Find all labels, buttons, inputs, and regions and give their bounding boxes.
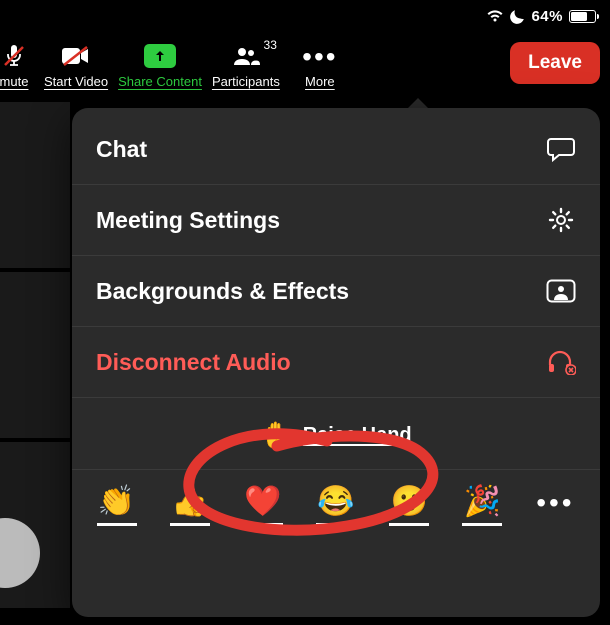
reaction-clap[interactable]: 👏 (97, 484, 137, 526)
backgrounds-label: Backgrounds & Effects (96, 278, 349, 305)
reactions-more-button[interactable]: ••• (535, 487, 575, 523)
reaction-open-mouth[interactable]: 😮 (389, 484, 429, 526)
menu-item-backgrounds[interactable]: Backgrounds & Effects (72, 256, 600, 327)
menu-item-chat[interactable]: Chat (72, 114, 600, 185)
avatar (0, 518, 40, 588)
status-bar: 64% (486, 0, 610, 28)
unmute-label: mute (0, 74, 28, 89)
video-tile[interactable] (0, 100, 70, 270)
video-tile[interactable] (0, 440, 70, 610)
disconnect-audio-label: Disconnect Audio (96, 349, 291, 376)
menu-item-settings[interactable]: Meeting Settings (72, 185, 600, 256)
settings-label: Meeting Settings (96, 207, 280, 234)
reaction-heart[interactable]: ❤️ (243, 484, 283, 526)
reaction-thumbs-up[interactable]: 👍 (170, 484, 210, 526)
reaction-joy[interactable]: 😂 (316, 484, 356, 526)
wifi-icon (486, 9, 504, 23)
video-off-icon (59, 42, 93, 70)
share-content-button[interactable]: Share Content (118, 42, 202, 89)
chat-icon (546, 134, 576, 164)
raise-hand-button[interactable]: ✋ Raise Hand (72, 398, 600, 470)
meeting-toolbar: mute Start Video Share Content 33 Partic… (0, 28, 610, 98)
participants-label: Participants (212, 74, 280, 89)
raise-hand-label: Raise Hand (303, 424, 412, 447)
more-label: More (305, 74, 335, 89)
participants-count-badge: 33 (264, 38, 277, 52)
leave-button[interactable]: Leave (510, 42, 600, 84)
participants-button[interactable]: 33 Participants (212, 42, 280, 89)
gear-icon (546, 205, 576, 235)
video-tile[interactable] (0, 270, 70, 440)
chat-label: Chat (96, 136, 147, 163)
battery-icon (569, 10, 596, 23)
share-screen-icon (143, 42, 177, 70)
menu-item-disconnect-audio[interactable]: Disconnect Audio (72, 327, 600, 398)
microphone-muted-icon (0, 42, 31, 70)
headphones-x-icon (546, 347, 576, 377)
start-video-button[interactable]: Start Video (44, 42, 108, 89)
participants-icon: 33 (229, 42, 263, 70)
more-menu-popover: Chat Meeting Settings Backgrounds & Effe… (72, 108, 600, 617)
moon-icon (510, 9, 525, 24)
battery-percentage: 64% (531, 8, 563, 25)
unmute-button[interactable]: mute (0, 42, 34, 89)
reactions-bar: 👏 👍 ❤️ 😂 😮 🎉 ••• (72, 470, 600, 532)
start-video-label: Start Video (44, 74, 108, 89)
reaction-tada[interactable]: 🎉 (462, 484, 502, 526)
share-content-label: Share Content (118, 74, 202, 89)
more-dots-icon: ••• (303, 42, 337, 70)
person-frame-icon (546, 276, 576, 306)
raised-hand-icon: ✋ (260, 420, 292, 451)
video-tiles-column (0, 100, 70, 625)
more-button[interactable]: ••• More (290, 42, 350, 89)
